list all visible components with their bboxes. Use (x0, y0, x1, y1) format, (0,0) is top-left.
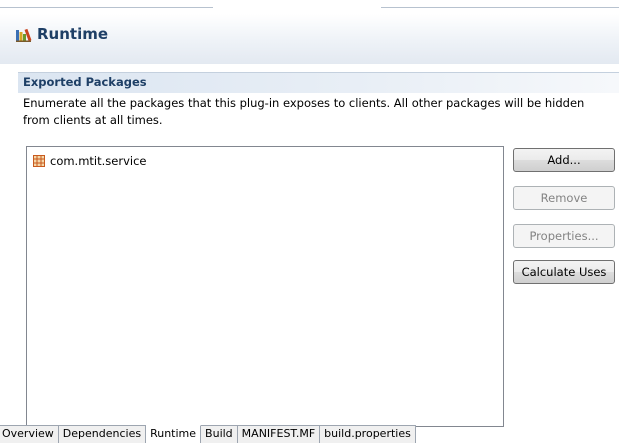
exported-packages-list[interactable]: com.mtit.service (26, 146, 504, 427)
calculate-uses-button[interactable]: Calculate Uses (513, 260, 615, 284)
editor-tabs: Overview Dependencies Runtime Build MANI… (0, 425, 416, 444)
add-button[interactable]: Add... (513, 148, 615, 172)
runtime-books-icon (16, 28, 32, 42)
tab-build-properties[interactable]: build.properties (320, 426, 416, 443)
top-separator-left (0, 7, 213, 8)
properties-button[interactable]: Properties... (513, 224, 615, 248)
package-label: com.mtit.service (50, 154, 147, 168)
section-description: Enumerate all the packages that this plu… (23, 96, 585, 127)
tab-manifest[interactable]: MANIFEST.MF (237, 426, 321, 443)
tab-overview[interactable]: Overview (0, 426, 59, 443)
page-title: Runtime (37, 25, 109, 43)
list-item[interactable]: com.mtit.service (33, 152, 146, 170)
package-icon (33, 155, 45, 167)
tab-runtime[interactable]: Runtime (146, 425, 202, 443)
tab-build[interactable]: Build (201, 426, 238, 443)
top-separator-right (381, 7, 619, 8)
tab-dependencies[interactable]: Dependencies (58, 426, 147, 443)
remove-button[interactable]: Remove (513, 186, 615, 210)
section-title[interactable]: Exported Packages (23, 75, 147, 89)
